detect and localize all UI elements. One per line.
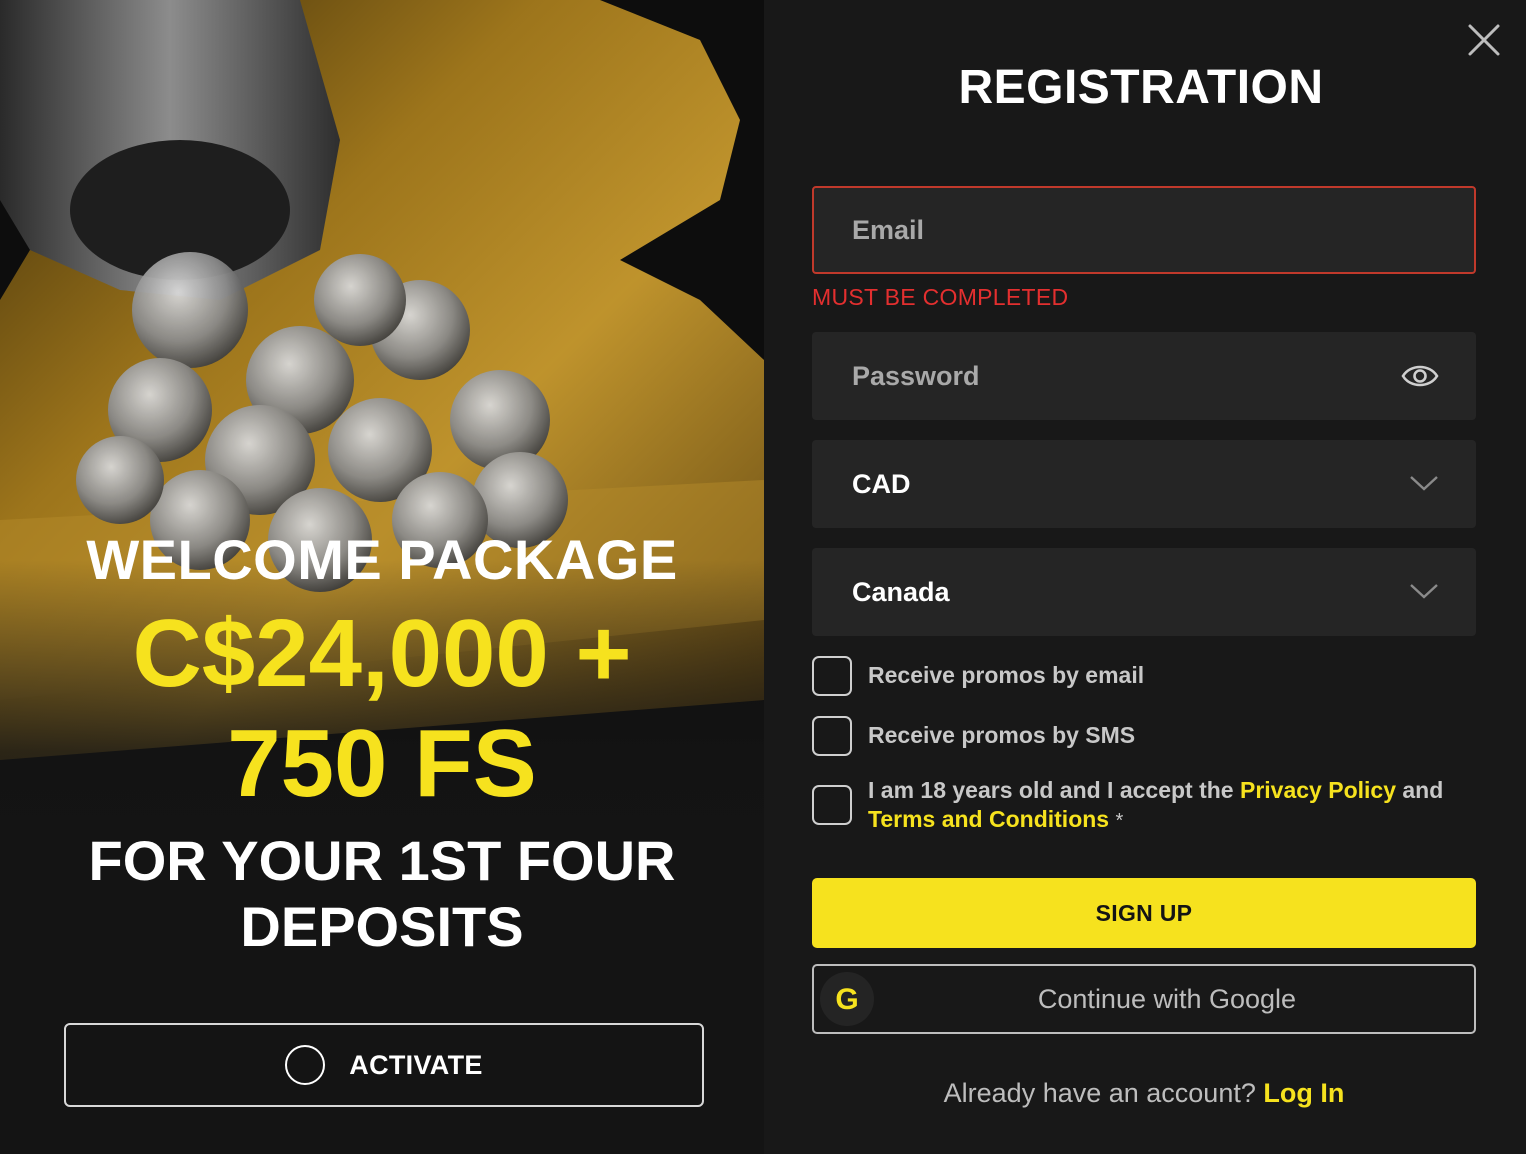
login-prompt-text: Already have an account? [943,1078,1256,1108]
country-value: Canada [852,576,950,607]
promo-email-option: Receive promos by email [812,656,1144,696]
google-icon: G [820,972,874,1026]
promo-email-checkbox[interactable] [812,656,852,696]
activate-label: ACTIVATE [349,1049,483,1080]
terms-prefix: I am 18 years old and I accept the [868,777,1234,803]
promo-text: WELCOME PACKAGE C$24,000 + 750 FS FOR YO… [0,528,764,960]
currency-select[interactable]: CAD [812,440,1476,528]
close-icon[interactable] [1466,22,1502,58]
login-prompt: Already have an account? Log In [812,1078,1476,1109]
promo-panel: WELCOME PACKAGE C$24,000 + 750 FS FOR YO… [0,0,764,1154]
sign-up-button[interactable]: SIGN UP [812,878,1476,948]
chevron-down-icon [1410,584,1438,599]
promo-sms-label: Receive promos by SMS [868,722,1136,748]
google-signin-button[interactable]: G Continue with Google [812,964,1476,1034]
password-placeholder: Password [852,360,980,391]
registration-form: REGISTRATION Email MUST BE COMPLETED Pas… [764,0,1526,1154]
activate-button[interactable]: ACTIVATE [64,1023,704,1107]
currency-value: CAD [852,468,911,499]
log-in-link[interactable]: Log In [1263,1078,1344,1108]
google-label: Continue with Google [1037,983,1297,1014]
terms-conditions-link[interactable]: Terms and Conditions [868,806,1109,832]
free-spins: 750 FS [227,710,537,817]
country-select[interactable]: Canada [812,548,1476,636]
promo-sms-option: Receive promos by SMS [812,716,1135,756]
required-mark: * [1115,810,1124,832]
bonus-amount: C$24,000 + [132,600,632,707]
terms-and: and [1402,777,1444,803]
radio-circle-icon [285,1045,326,1085]
page-title: REGISTRATION [958,61,1324,114]
svg-text:G: G [835,984,858,1014]
chevron-down-icon [1410,476,1438,491]
registration-modal: WELCOME PACKAGE C$24,000 + 750 FS FOR YO… [0,0,1526,1154]
email-field[interactable]: Email [812,186,1476,274]
promo-sms-checkbox[interactable] [812,716,852,756]
terms-label: I am 18 years old and I accept the Priva… [868,776,1468,836]
eye-icon[interactable] [1400,358,1440,394]
email-error-message: MUST BE COMPLETED [812,284,1069,310]
password-field[interactable]: Password [812,332,1476,420]
privacy-policy-link[interactable]: Privacy Policy [1240,777,1396,803]
terms-checkbox[interactable] [812,785,852,825]
welcome-heading: WELCOME PACKAGE [86,528,678,591]
promo-email-label: Receive promos by email [868,662,1145,688]
terms-option: I am 18 years old and I accept the Priva… [812,776,1468,836]
email-placeholder: Email [852,214,925,245]
promo-subtitle: FOR YOUR 1ST FOUR DEPOSITS [88,829,676,958]
